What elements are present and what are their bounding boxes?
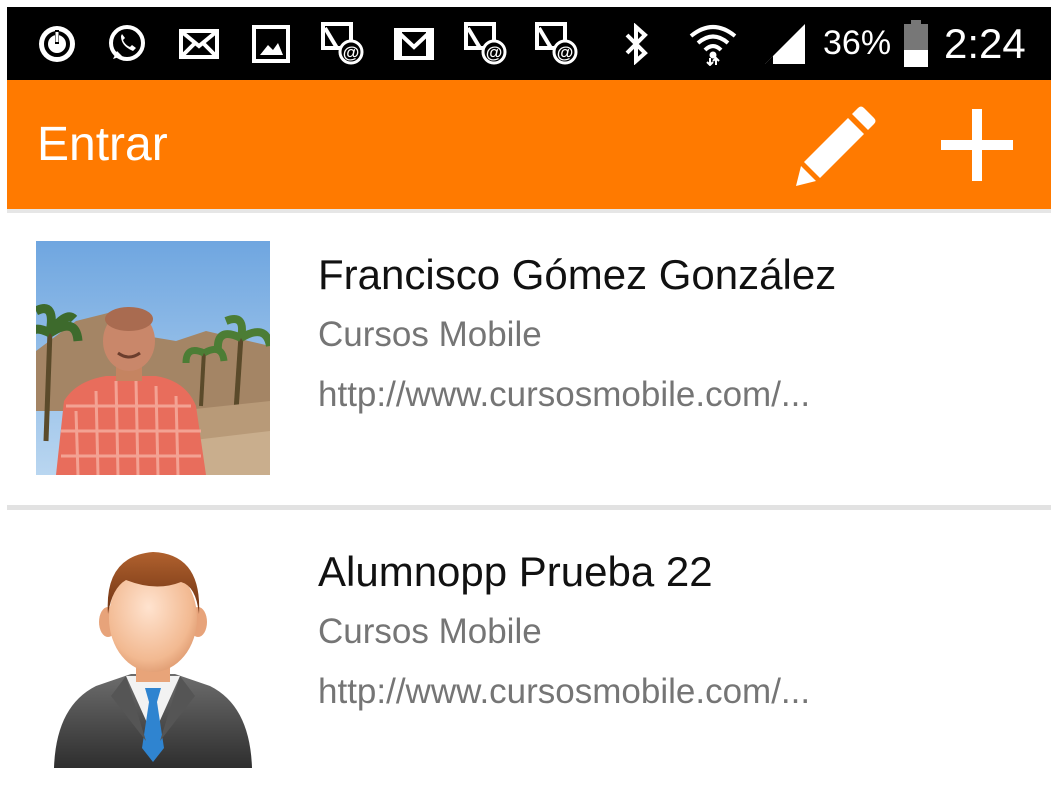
contact-avatar [36,536,270,770]
page-title: Entrar [37,118,168,171]
pencil-icon [796,106,876,186]
contact-company: Cursos Mobile [318,315,542,354]
contact-list-item[interactable]: Alumnopp Prueba 22 Cursos Mobile http://… [7,510,1051,800]
contact-photo [36,241,270,475]
mail-icon [177,7,221,80]
whatsapp-icon [105,7,149,80]
app-bar: Entrar [7,80,1051,209]
bluetooth-icon [619,7,655,80]
contact-company: Cursos Mobile [318,612,542,651]
add-button[interactable] [932,80,1022,209]
email-at-icon: @ [320,7,366,80]
gmail-icon [392,7,436,80]
battery-percent: 36% [823,24,892,62]
plus-icon [941,108,1013,181]
contact-url: http://www.cursosmobile.com/... [318,375,811,414]
signal-icon [759,7,811,80]
status-bar: @ @ @ 36% 2:24 [7,7,1051,80]
svg-text:@: @ [557,43,574,62]
contact-name: Alumnopp Prueba 22 [318,548,713,595]
contact-url: http://www.cursosmobile.com/... [318,672,811,711]
email-at-icon: @ [534,7,580,80]
contact-list-item[interactable]: Francisco Gómez González Cursos Mobile h… [7,213,1051,503]
gallery-icon [249,7,293,80]
sync-icon [35,7,79,80]
wifi-icon [687,7,739,80]
clock-time: 2:24 [944,19,1026,67]
email-at-icon: @ [463,7,509,80]
contact-name: Francisco Gómez González [318,251,837,298]
battery-icon [900,7,932,80]
edit-button[interactable] [787,80,887,209]
svg-text:@: @ [486,43,503,62]
svg-text:@: @ [343,43,360,62]
